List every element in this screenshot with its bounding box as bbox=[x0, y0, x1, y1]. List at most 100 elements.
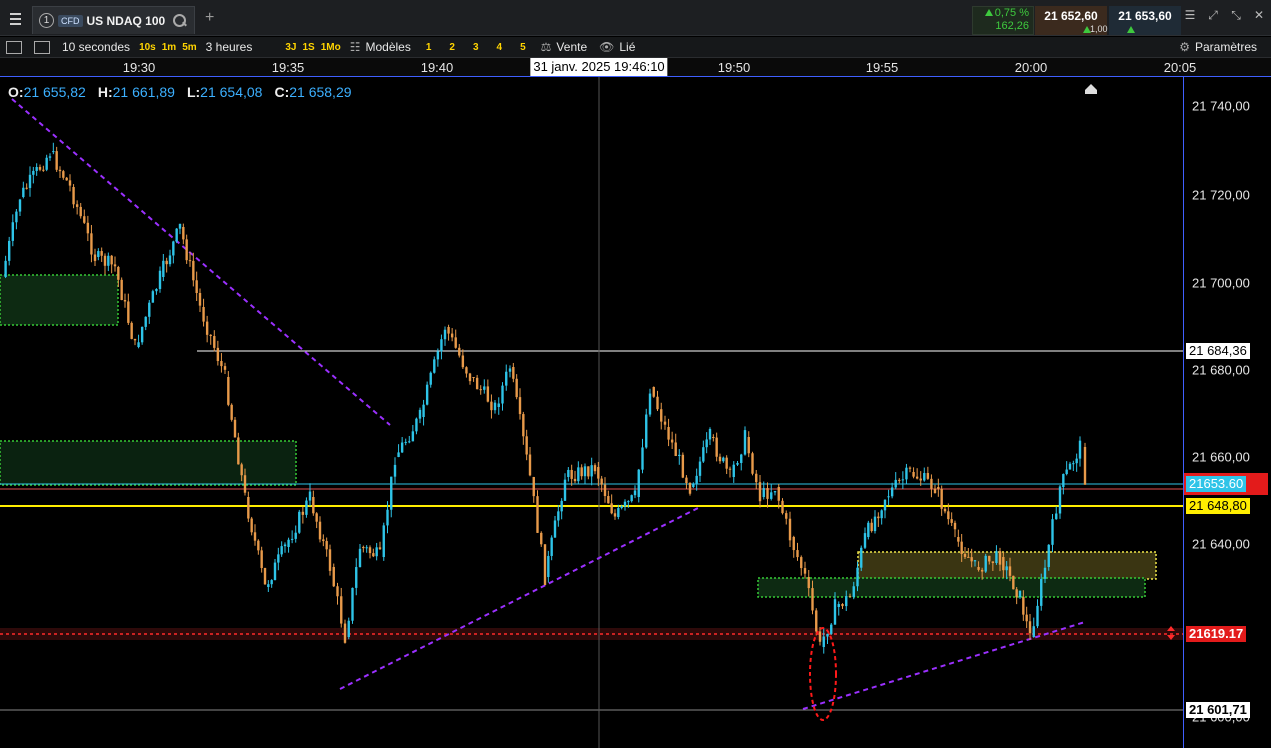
candle-body bbox=[973, 560, 977, 562]
candle-body bbox=[678, 454, 681, 457]
grid-layout-icon[interactable] bbox=[34, 40, 50, 54]
interval-1m[interactable]: 1m bbox=[159, 37, 179, 58]
range-3j[interactable]: 3J bbox=[282, 37, 299, 58]
settings-label: Paramètres bbox=[1194, 40, 1257, 54]
instrument-tab[interactable]: 1 CFD US NDAQ 100 bbox=[32, 6, 195, 34]
candle-body bbox=[515, 378, 518, 398]
range-select[interactable]: 3 heures bbox=[200, 37, 259, 58]
hamburger-menu-icon[interactable] bbox=[4, 8, 26, 30]
candle-body bbox=[79, 206, 82, 217]
collapse-icon[interactable]: ⤡ bbox=[1229, 8, 1243, 22]
drag-handle-icon[interactable] bbox=[1163, 625, 1179, 641]
sell-price: 21 652,60 bbox=[1044, 9, 1098, 23]
template-slot-4[interactable]: 4 bbox=[488, 37, 512, 58]
candle-body bbox=[670, 439, 674, 443]
range-1s[interactable]: 1S bbox=[299, 37, 317, 58]
candle-body bbox=[991, 561, 995, 563]
candle-body bbox=[648, 393, 652, 415]
search-icon[interactable] bbox=[173, 14, 187, 27]
link-toggle[interactable]: 👁 Lié bbox=[593, 37, 641, 58]
candle-body bbox=[867, 522, 870, 537]
candle-body bbox=[1005, 566, 1008, 571]
candle-body bbox=[525, 436, 528, 455]
candle-body bbox=[393, 464, 397, 477]
expand-icon[interactable]: ⤢ bbox=[1206, 8, 1220, 22]
candle-body bbox=[144, 316, 147, 327]
candle-body bbox=[472, 377, 475, 378]
candle-body bbox=[28, 174, 32, 188]
candle-body bbox=[75, 204, 79, 207]
price-axis[interactable]: 21 740,00 21 720,00 21 700,00 21 680,00 … bbox=[1183, 77, 1271, 748]
candle-body bbox=[172, 241, 175, 256]
candle-body bbox=[728, 468, 732, 470]
candle-body bbox=[308, 491, 312, 501]
close-icon[interactable]: ✕ bbox=[1252, 8, 1266, 22]
red-level-tag: 21619.17 bbox=[1186, 626, 1247, 642]
chart-list-icon[interactable] bbox=[6, 40, 22, 54]
buy-button[interactable]: 21 653,60 bbox=[1109, 6, 1181, 35]
price-chart[interactable] bbox=[0, 77, 1183, 748]
price-label: 21 740,00 bbox=[1192, 98, 1250, 114]
candle-body bbox=[803, 568, 807, 574]
candle-body bbox=[901, 479, 905, 481]
interval-5m[interactable]: 5m bbox=[179, 37, 199, 58]
add-tab-icon[interactable]: + bbox=[205, 10, 214, 26]
candle-body bbox=[841, 604, 844, 607]
scales-icon: ⚖ bbox=[540, 40, 552, 54]
candle-body bbox=[11, 222, 14, 241]
candle-body bbox=[880, 510, 883, 519]
range-1mo[interactable]: 1Mo bbox=[318, 37, 344, 58]
template-slot-3[interactable]: 3 bbox=[464, 37, 488, 58]
candle-body bbox=[705, 439, 708, 448]
time-label: 19:55 bbox=[865, 60, 899, 75]
candle-body bbox=[318, 521, 322, 540]
templates-button[interactable]: ☷ Modèles bbox=[344, 37, 417, 58]
candle-body bbox=[873, 516, 877, 532]
candle-body bbox=[162, 260, 165, 277]
candle-body bbox=[185, 239, 188, 261]
candle-body bbox=[433, 359, 436, 373]
candle-body bbox=[493, 402, 497, 411]
candle-body bbox=[155, 288, 158, 292]
time-label: 19:30 bbox=[122, 60, 156, 75]
purple-trendline[interactable] bbox=[11, 98, 391, 426]
candle-body bbox=[600, 478, 603, 485]
interval-10s[interactable]: 10s bbox=[136, 37, 159, 58]
templates-icon: ☷ bbox=[349, 40, 361, 54]
yellow-level-tag: 21 648,80 bbox=[1186, 498, 1250, 514]
candle-body bbox=[127, 301, 130, 323]
list-icon[interactable]: ☰ bbox=[1183, 8, 1197, 22]
home-marker-icon[interactable] bbox=[1085, 84, 1097, 94]
candle-body bbox=[305, 500, 308, 515]
change-percent: 0,75 % bbox=[994, 7, 1029, 19]
candle-body bbox=[627, 501, 630, 503]
candle-body bbox=[93, 254, 97, 261]
candle-body bbox=[522, 414, 525, 437]
time-label: 20:05 bbox=[1163, 60, 1197, 75]
interval-select[interactable]: 10 secondes bbox=[56, 37, 136, 58]
template-slot-1[interactable]: 1 bbox=[417, 37, 441, 58]
candle-body bbox=[685, 477, 688, 484]
candle-body bbox=[325, 541, 328, 550]
template-slot-2[interactable]: 2 bbox=[440, 37, 464, 58]
candle-body bbox=[253, 532, 257, 541]
candle-body bbox=[715, 437, 718, 457]
candle-body bbox=[465, 367, 468, 374]
side-select[interactable]: ⚖ Vente bbox=[535, 37, 593, 58]
ohlc-high-value: 21 661,89 bbox=[112, 84, 175, 100]
candle-body bbox=[656, 396, 659, 410]
settings-button[interactable]: ⚙ Paramètres bbox=[1173, 37, 1271, 58]
candle-body bbox=[908, 467, 912, 469]
candle-body bbox=[613, 513, 617, 517]
candle-body bbox=[950, 519, 953, 523]
candle-body bbox=[617, 508, 620, 517]
candle-body bbox=[113, 264, 117, 267]
candle-body bbox=[479, 389, 482, 391]
candle-body bbox=[930, 478, 933, 489]
candle-body bbox=[340, 596, 343, 624]
purple-trendline[interactable] bbox=[339, 506, 701, 690]
template-slot-5[interactable]: 5 bbox=[511, 37, 535, 58]
candle-body bbox=[870, 522, 873, 532]
candle-body bbox=[220, 361, 223, 367]
candle-body bbox=[267, 584, 270, 587]
